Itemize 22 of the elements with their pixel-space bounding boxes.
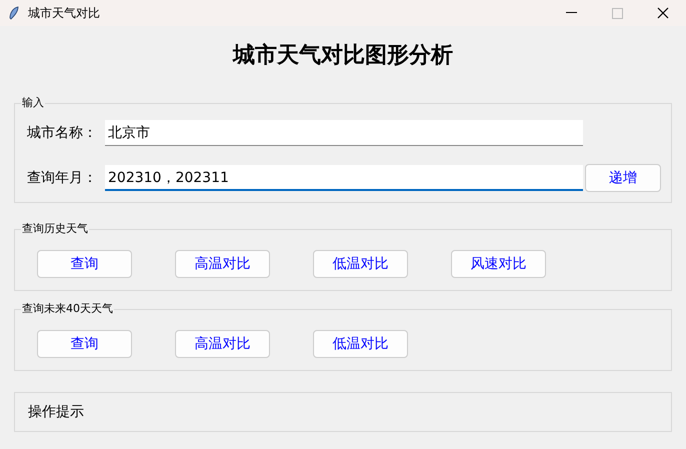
maximize-icon xyxy=(612,8,622,18)
query-button[interactable]: 风速对比 xyxy=(451,250,546,278)
increment-button[interactable]: 递增 xyxy=(585,164,661,192)
app-heading: 城市天气对比图形分析 xyxy=(231,41,454,70)
window-title: 城市天气对比 xyxy=(28,4,101,22)
group-label: 输入 xyxy=(21,96,45,110)
query-button[interactable]: 低温对比 xyxy=(313,330,408,358)
field-label: 城市名称： xyxy=(27,124,98,142)
field-label: 查询年月： xyxy=(27,169,98,187)
group-label: 查询未来40天天气 xyxy=(21,302,114,316)
group-label: 查询历史天气 xyxy=(21,222,89,236)
status-text: 操作提示 xyxy=(28,403,84,421)
close-icon xyxy=(657,7,669,19)
query-button[interactable]: 低温对比 xyxy=(313,250,408,278)
input-field[interactable]: 202310，202311 xyxy=(105,165,583,191)
feather-icon xyxy=(8,6,20,20)
query-button[interactable]: 高温对比 xyxy=(175,330,270,358)
minimize-icon xyxy=(566,12,576,14)
query-button[interactable]: 查询 xyxy=(37,250,132,278)
input-field[interactable]: 北京市 xyxy=(105,120,583,146)
query-button[interactable]: 查询 xyxy=(37,330,132,358)
query-button[interactable]: 高温对比 xyxy=(175,250,270,278)
